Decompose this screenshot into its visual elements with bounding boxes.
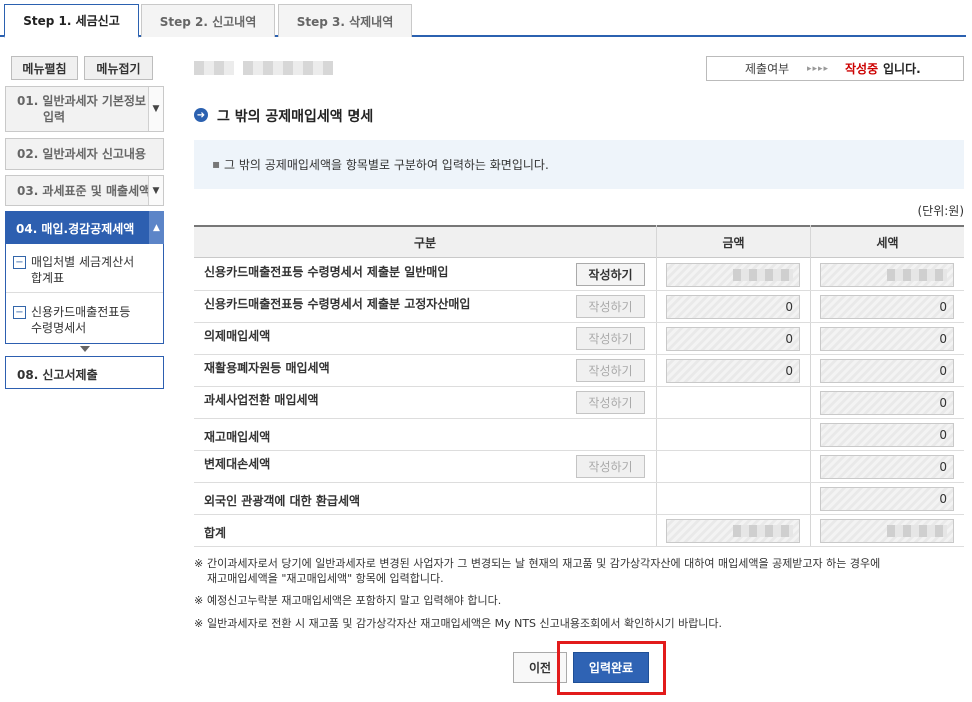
- arrow-down-icon: [80, 346, 90, 352]
- sidebar-item-basic-info[interactable]: 01. 일반과세자 기본정보 입력 ▼: [5, 86, 164, 132]
- table-row: 재고매입세액 0: [194, 419, 964, 451]
- sidebar-item-tax-base[interactable]: 03. 과세표준 및 매출세액 ▼: [5, 175, 164, 206]
- redacted-value: [733, 525, 793, 537]
- note-mark: ※: [194, 557, 204, 570]
- chevron-down-icon[interactable]: ▼: [148, 87, 163, 131]
- total-amount: [666, 519, 800, 543]
- table-row: 외국인 관광객에 대한 환급세액 0: [194, 483, 964, 515]
- table-row: 재활용폐자원등 매입세액 작성하기 0 0: [194, 355, 964, 387]
- sidebar-item-label: 08. 신고서제출: [17, 368, 98, 382]
- sidebar-submenu: − 매입처별 세금계산서 합계표 − 신용카드매출전표등 수령명세서: [5, 244, 164, 344]
- note-text: 간이과세자로서 당기에 일반과세자로 변경된 사업자가 그 변경되는 날 현재의…: [207, 557, 881, 570]
- table-row: 의제매입세액 작성하기 0 0: [194, 323, 964, 355]
- redacted-value: [887, 269, 947, 281]
- row-label: 변제대손세액: [204, 457, 271, 471]
- amount-input[interactable]: [666, 263, 800, 287]
- tab-step1[interactable]: Step 1. 세금신고: [4, 4, 139, 38]
- info-box: ▪ 그 밖의 공제매입세액을 항목별로 구분하여 입력하는 화면입니다.: [194, 140, 964, 189]
- chevron-down-icon[interactable]: ▼: [148, 176, 163, 205]
- write-button[interactable]: 작성하기: [576, 295, 645, 318]
- arrows-icon: ▸▸▸▸: [807, 63, 830, 74]
- sidebar-item-submit[interactable]: 08. 신고서제출: [5, 356, 164, 389]
- minus-icon: −: [13, 306, 26, 319]
- status-suffix: 입니다.: [883, 62, 921, 76]
- amount-input[interactable]: 0: [666, 295, 800, 319]
- row-label: 재고매입세액: [204, 430, 271, 444]
- unit-label: (단위:원): [917, 204, 964, 218]
- table-header: 구분 금액 세액: [194, 225, 964, 258]
- tax-input[interactable]: 0: [820, 423, 954, 447]
- tax-input[interactable]: 0: [820, 359, 954, 383]
- submenu-label-2: 합계표: [31, 271, 65, 285]
- table-row: 변제대손세액 작성하기 0: [194, 451, 964, 483]
- header-tax: 세액: [876, 236, 899, 250]
- tax-input[interactable]: 0: [820, 327, 954, 351]
- sidebar-item-label: 03. 과세표준 및 매출세액: [17, 184, 151, 198]
- redacted-text: [243, 61, 333, 75]
- submenu-label-2: 수령명세서: [31, 321, 87, 335]
- note-text-2: 재고매입세액을 "재고매입세액" 항목에 입력합니다.: [207, 572, 444, 585]
- header-amount: 금액: [722, 236, 745, 250]
- write-button[interactable]: 작성하기: [576, 455, 645, 478]
- row-label: 과세사업전환 매입세액: [204, 393, 319, 407]
- amount-input[interactable]: 0: [666, 327, 800, 351]
- step-tabs: Step 1. 세금신고 Step 2. 신고내역 Step 3. 삭제내역: [0, 0, 972, 38]
- sidebar-item-label-2: 입력: [43, 110, 66, 124]
- note-text: 예정신고누락분 재고매입세액은 포함하지 말고 입력해야 합니다.: [207, 594, 502, 607]
- note-mark: ※: [194, 594, 204, 607]
- row-label: 신용카드매출전표등 수령명세서 제출분 고정자산매입: [204, 297, 471, 311]
- chevron-up-icon[interactable]: ▲: [149, 211, 164, 244]
- tax-input[interactable]: 0: [820, 455, 954, 479]
- note-mark: ※: [194, 617, 204, 630]
- submenu-label: 신용카드매출전표등: [31, 305, 131, 319]
- sidebar-item-label: 04. 매입.경감공제세액: [16, 222, 135, 236]
- status-value: 작성중: [845, 62, 879, 76]
- menu-collapse-button[interactable]: 메뉴접기: [84, 56, 153, 80]
- write-button[interactable]: 작성하기: [576, 263, 645, 286]
- submenu-item-invoice-summary[interactable]: − 매입처별 세금계산서 합계표: [6, 252, 163, 294]
- sidebar-item-label: 01. 일반과세자 기본정보: [17, 94, 146, 108]
- redacted-value: [887, 525, 947, 537]
- amount-input[interactable]: 0: [666, 359, 800, 383]
- section-title: 그 밖의 공제매입세액 명세: [217, 109, 374, 125]
- bullet-icon: ▪: [212, 157, 221, 171]
- redacted-value: [733, 269, 793, 281]
- table-row-total: 합계: [194, 515, 964, 547]
- table-row: 신용카드매출전표등 수령명세서 제출분 일반매입 작성하기: [194, 259, 964, 291]
- submenu-item-card-receipts[interactable]: − 신용카드매출전표등 수령명세서: [6, 302, 163, 342]
- sidebar-item-label: 02. 일반과세자 신고내용: [17, 147, 146, 161]
- write-button[interactable]: 작성하기: [576, 391, 645, 414]
- tax-input[interactable]: [820, 263, 954, 287]
- note-text: 일반과세자로 전환 시 재고품 및 감가상각자산 재고매입세액은 My NTS …: [207, 617, 723, 630]
- row-label: 합계: [204, 526, 227, 540]
- redacted-text: [194, 61, 234, 75]
- tab-step3[interactable]: Step 3. 삭제내역: [278, 4, 412, 37]
- header-category: 구분: [413, 236, 437, 250]
- submission-status: 제출여부 ▸▸▸▸ 작성중 입니다.: [706, 56, 964, 81]
- tab-step2[interactable]: Step 2. 신고내역: [141, 4, 275, 37]
- total-tax: [820, 519, 954, 543]
- highlight-box: [557, 641, 666, 695]
- write-button[interactable]: 작성하기: [576, 327, 645, 350]
- row-label: 외국인 관광객에 대한 환급세액: [204, 494, 361, 508]
- status-key: 제출여부: [745, 62, 790, 76]
- row-label: 재활용폐자원등 매입세액: [204, 361, 330, 375]
- row-label: 신용카드매출전표등 수령명세서 제출분 일반매입: [204, 265, 449, 279]
- menu-expand-button[interactable]: 메뉴펼침: [11, 56, 78, 80]
- table-row: 과세사업전환 매입세액 작성하기 0: [194, 387, 964, 419]
- sidebar-item-report[interactable]: 02. 일반과세자 신고내용: [5, 138, 164, 170]
- write-button[interactable]: 작성하기: [576, 359, 645, 382]
- tax-input[interactable]: 0: [820, 487, 954, 511]
- submenu-label: 매입처별 세금계산서: [31, 255, 135, 269]
- info-text: 그 밖의 공제매입세액을 항목별로 구분하여 입력하는 화면입니다.: [224, 158, 549, 172]
- tax-input[interactable]: 0: [820, 295, 954, 319]
- row-label: 의제매입세액: [204, 329, 271, 343]
- table-row: 신용카드매출전표등 수령명세서 제출분 고정자산매입 작성하기 0 0: [194, 291, 964, 323]
- minus-icon: −: [13, 256, 26, 269]
- arrow-right-circle-icon: ➜: [194, 108, 208, 122]
- tax-input[interactable]: 0: [820, 391, 954, 415]
- divider: [6, 292, 163, 293]
- sidebar-item-deduction[interactable]: 04. 매입.경감공제세액 ▲: [5, 211, 164, 244]
